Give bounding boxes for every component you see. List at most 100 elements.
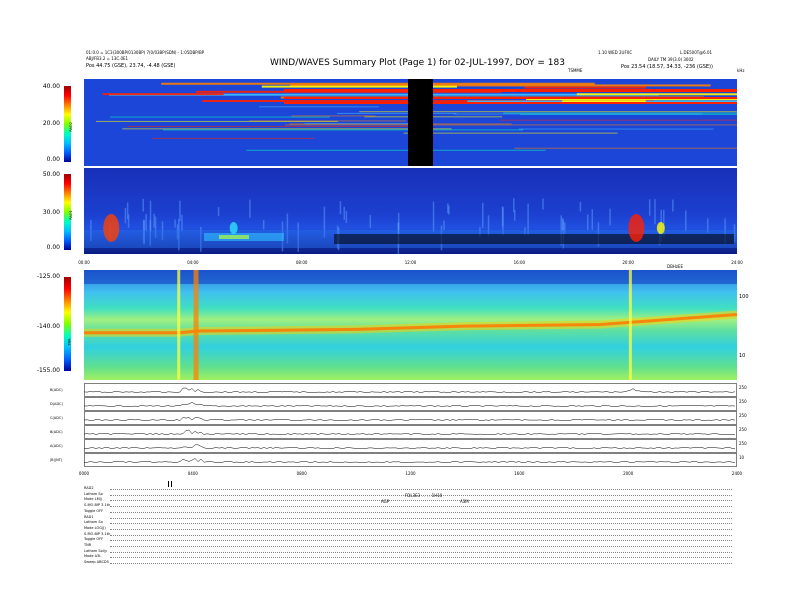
trace-plot <box>84 425 737 439</box>
bottom-axis-label: 1600 <box>514 471 525 476</box>
trace-label: B(ADC) <box>50 430 63 434</box>
trace-plot <box>84 453 737 467</box>
rad1-streak <box>179 200 181 221</box>
trace-label: B(ADC) <box>50 388 63 392</box>
status-row-label: RAD2 <box>84 486 94 490</box>
tnr-burst <box>193 270 199 380</box>
tnr-burst <box>177 270 181 380</box>
rad2-emission-line <box>562 100 646 103</box>
rad2-strong-line <box>284 89 737 92</box>
rad2-strong-line <box>284 97 737 99</box>
rad2-emission-line <box>524 86 646 89</box>
rad1-spectrogram <box>84 168 737 254</box>
rad1-streak <box>513 198 515 213</box>
rad1-streak <box>654 199 656 225</box>
rad2-emission-line <box>96 120 338 122</box>
bottom-axis-label: 0800 <box>296 471 307 476</box>
rad1-streak <box>542 198 544 210</box>
rad1-streak <box>262 220 265 230</box>
status-row-line <box>110 563 732 565</box>
trace-label: D(ADC) <box>50 402 63 406</box>
rad2-emission-line <box>284 124 737 126</box>
rad2-tick-bottom: 0.00 <box>46 156 60 163</box>
bottom-axis-label: 2000 <box>623 471 634 476</box>
rad1-streak <box>432 201 435 232</box>
tnr-right-tick-10: 10 <box>739 353 746 359</box>
rad2-emission-line <box>122 128 452 130</box>
trace-plot <box>84 397 737 411</box>
status-row-label: Mode A3L <box>84 554 102 559</box>
trace-label: |B|(NT) <box>50 458 63 462</box>
rad2-emission-line <box>162 129 524 131</box>
rad1-tick-mid: 30.00 <box>42 209 60 216</box>
status-row-label: Mode LM(j <box>84 497 102 502</box>
status-row-label: TNR <box>84 543 92 547</box>
status-row-label: Lathom So <box>84 491 103 496</box>
rad1-streak <box>443 220 445 231</box>
time-axis-label: 08:00 <box>295 260 308 265</box>
rad1-streak <box>181 214 183 231</box>
time-axis-label: 24:00 <box>731 260 743 265</box>
status-row-line <box>110 534 732 536</box>
trace-right-value: 250 <box>739 441 747 446</box>
rad1-streak <box>345 210 348 223</box>
rad1-streak <box>145 213 147 232</box>
tnr-burst <box>628 270 632 380</box>
status-row-label: Toggle OFF <box>84 537 104 542</box>
status-row-label: RAD1 <box>84 514 94 519</box>
rad2-emission-line <box>127 125 409 127</box>
rad2-emission-line <box>403 132 618 134</box>
header-right-line0: L.DE500T@6.01 <box>680 50 713 55</box>
trace-right-value: 250 <box>739 413 747 418</box>
rad2-emission-line <box>259 106 379 108</box>
rad1-streak <box>513 210 516 221</box>
annotation-fdl: FDL3E3 . . . . 1H10 <box>405 493 443 498</box>
rad1-burst <box>103 214 120 242</box>
status-row-line <box>110 517 732 519</box>
rad1-burst <box>656 222 665 234</box>
khz-label: kHz <box>737 68 745 73</box>
rad2-spectrogram <box>84 79 737 166</box>
trace-right-value: 250 <box>739 399 747 404</box>
rad2-emission-line <box>499 119 737 121</box>
rad2-emission-line <box>337 112 457 114</box>
rad2-emission-line <box>161 82 595 85</box>
time-axis-label: 04:00 <box>187 260 199 265</box>
tnr-spectrogram-svg <box>84 270 737 380</box>
bottom-axis-label: 0400 <box>187 471 198 476</box>
rad2-tick-top: 40.00 <box>42 83 60 90</box>
status-row-label: S-MO-BIP 3.1th <box>84 503 111 508</box>
rad2-tick-mid: 20.00 <box>42 120 60 127</box>
time-axis-label: 16:00 <box>513 260 526 265</box>
trace-plot <box>84 383 737 397</box>
status-row-line <box>110 511 732 513</box>
time-axis-label: 00:00 <box>78 260 90 265</box>
tnr-colorbar <box>64 277 71 371</box>
event-tick <box>168 481 169 487</box>
rad1-streak <box>586 214 589 231</box>
status-row-line <box>110 523 732 525</box>
rad1-streak <box>579 201 582 212</box>
rad1-streak <box>249 199 251 218</box>
rad1-spectrogram-svg <box>84 198 737 254</box>
tnr-right-tick-100: 100 <box>739 294 749 300</box>
rad1-streak <box>684 210 687 232</box>
rad1-streak <box>124 207 127 224</box>
rad1-streak <box>482 202 484 229</box>
tnr-right-label: DBHzEE <box>667 264 683 269</box>
time-axis-label: 12:00 <box>404 260 417 265</box>
rad2-emission-line <box>514 147 737 149</box>
trace-right-value: 250 <box>739 385 747 390</box>
status-row-label: S-MO-BIP 3.1th <box>84 531 111 536</box>
status-row-line <box>110 546 732 547</box>
status-row-line <box>110 500 732 502</box>
status-row-label: Sweep ABCD5 <box>84 560 109 565</box>
rad1-streak <box>448 205 450 215</box>
header-left-line1: 01:0.0 = 1C3(300BP/0130BP) 7(0/03BP(SDN)… <box>86 50 205 55</box>
trace-right-value: 250 <box>739 427 747 432</box>
bottom-axis-label: 0000 <box>78 471 90 476</box>
trace-label: C(ADC) <box>50 416 63 420</box>
status-row-line <box>110 489 732 490</box>
rad2-emission-line <box>152 137 315 139</box>
header-left-line2: ABJ/FB3.2 = 13C.0E1 <box>86 56 129 61</box>
